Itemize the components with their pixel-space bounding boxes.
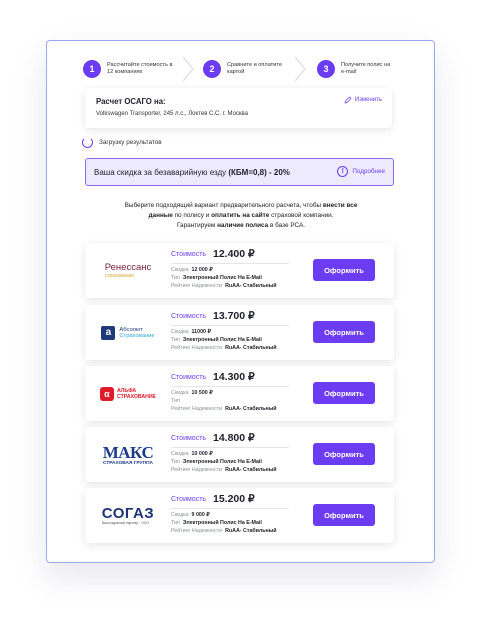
price-label: Стоимость bbox=[171, 313, 207, 320]
step-number: 3 bbox=[317, 60, 335, 78]
chevron-right-icon bbox=[182, 56, 194, 82]
intro-text: Выберите подходящий вариант предваритель… bbox=[124, 202, 358, 229]
discount-banner: Ваша скидка за безаварийную езду (КБМ=0,… bbox=[85, 158, 394, 186]
price-label: Стоимость bbox=[171, 496, 207, 503]
info-icon: ! bbox=[337, 166, 349, 177]
offer-card: Ренессанс страхование Стоимость 12.400 ₽… bbox=[85, 243, 394, 298]
step-2: 2 Сравните и оплатите картой bbox=[203, 55, 297, 83]
rating-row: Рейтинг Надежности RuAA- Стабильный bbox=[171, 283, 277, 289]
price-value: 15.200 ₽ bbox=[213, 493, 255, 505]
rating-row: Рейтинг Надежности RuAA- Стабильный bbox=[171, 345, 277, 351]
divider bbox=[171, 508, 289, 509]
order-button[interactable]: Оформить bbox=[313, 321, 375, 343]
rating-row: Рейтинг Надежности RuAA- Стабильный bbox=[171, 406, 277, 412]
price-label: Стоимость bbox=[171, 374, 207, 381]
edit-button[interactable]: Изменить bbox=[344, 96, 382, 104]
price-label: Стоимость bbox=[171, 435, 207, 442]
divider bbox=[171, 386, 289, 387]
absolut-logo: a Абсолют Страхование bbox=[91, 310, 165, 355]
discount-row: Скидка 10 500 ₽ bbox=[171, 390, 213, 396]
step-label: Рассчитайте стоимость в 12 компаниях bbox=[107, 62, 173, 75]
sogaz-logo: СОГАЗ Ваш надежный партнер · ООО bbox=[101, 505, 155, 525]
type-row: Тип Электронный Полис На E-Mail bbox=[171, 459, 262, 465]
price-value: 14.300 ₽ bbox=[213, 371, 255, 383]
rating-row: Рейтинг Надежности RuAA- Стабильный bbox=[171, 467, 277, 473]
progress-steps: 1 Рассчитайте стоимость в 12 компаниях 2… bbox=[83, 55, 403, 83]
offer-card: a Абсолют Страхование Стоимость 13.700 ₽ … bbox=[85, 305, 394, 360]
discount-row: Скидка 9 000 ₽ bbox=[171, 512, 210, 518]
order-button[interactable]: Оформить bbox=[313, 443, 375, 465]
chevron-right-icon bbox=[294, 56, 306, 82]
offer-card: МАКС СТРАХОВАЯ ГРУППА Стоимость 14.800 ₽… bbox=[85, 427, 394, 482]
discount-text: Ваша скидка за безаварийную езду (КБМ=0,… bbox=[94, 168, 290, 177]
type-row: Тип Электронный Полис На E-Mail bbox=[171, 275, 262, 281]
step-number: 1 bbox=[83, 60, 101, 78]
offer-card: СОГАЗ Ваш надежный партнер · ООО Стоимос… bbox=[85, 488, 394, 543]
step-label: Получите полис на e-mail bbox=[341, 62, 391, 75]
osago-results-panel: 1 Рассчитайте стоимость в 12 компаниях 2… bbox=[46, 40, 435, 563]
price-value: 12.400 ₽ bbox=[213, 248, 255, 260]
divider bbox=[171, 325, 289, 326]
discount-row: Скидка 12 000 ₽ bbox=[171, 267, 213, 273]
more-info-link[interactable]: ! Подробнее bbox=[337, 166, 385, 177]
discount-row: Скидка 11000 ₽ bbox=[171, 329, 211, 335]
step-1: 1 Рассчитайте стоимость в 12 компаниях bbox=[83, 55, 177, 83]
step-number: 2 bbox=[203, 60, 221, 78]
edit-label: Изменить bbox=[354, 97, 382, 103]
spinner-icon bbox=[82, 137, 93, 148]
loading-status: Загрузку результатов bbox=[82, 137, 162, 148]
discount-row: Скидка 10 000 ₽ bbox=[171, 451, 213, 457]
price-value: 13.700 ₽ bbox=[213, 310, 255, 322]
type-row: Тип Электронный Полис На E-Mail bbox=[171, 337, 262, 343]
step-label: Сравните и оплатите картой bbox=[227, 62, 282, 75]
more-info-label: Подробнее bbox=[352, 168, 385, 175]
renaissance-logo: Ренессанс страхование bbox=[104, 262, 152, 279]
order-button[interactable]: Оформить bbox=[313, 259, 375, 281]
summary-description: Volkswagen Transporter, 245 л.с., Локтев… bbox=[96, 111, 248, 117]
pencil-icon bbox=[344, 96, 352, 104]
offer-card: α АЛЬФА СТРАХОВАНИЕ Стоимость 14.300 ₽ Ск… bbox=[85, 366, 394, 421]
alfa-logo: α АЛЬФА СТРАХОВАНИЕ bbox=[91, 371, 165, 416]
summary-title: Расчет ОСАГО на: bbox=[96, 97, 166, 106]
divider bbox=[171, 447, 289, 448]
maks-logo: МАКС СТРАХОВАЯ ГРУППА bbox=[102, 442, 154, 466]
price-label: Стоимость bbox=[171, 251, 207, 258]
type-row: Тип bbox=[171, 398, 180, 404]
order-button[interactable]: Оформить bbox=[313, 382, 375, 404]
divider bbox=[171, 263, 289, 264]
rating-row: Рейтинг Надежности RuAA- Стабильный bbox=[171, 528, 277, 534]
step-3: 3 Получите полис на e-mail bbox=[317, 55, 391, 83]
calculation-summary: Расчет ОСАГО на: Volkswagen Transporter,… bbox=[85, 88, 392, 128]
price-value: 14.800 ₽ bbox=[213, 432, 255, 444]
loading-text: Загрузку результатов bbox=[99, 139, 162, 146]
type-row: Тип Электронный Полис На E-Mail bbox=[171, 520, 262, 526]
order-button[interactable]: Оформить bbox=[313, 504, 375, 526]
